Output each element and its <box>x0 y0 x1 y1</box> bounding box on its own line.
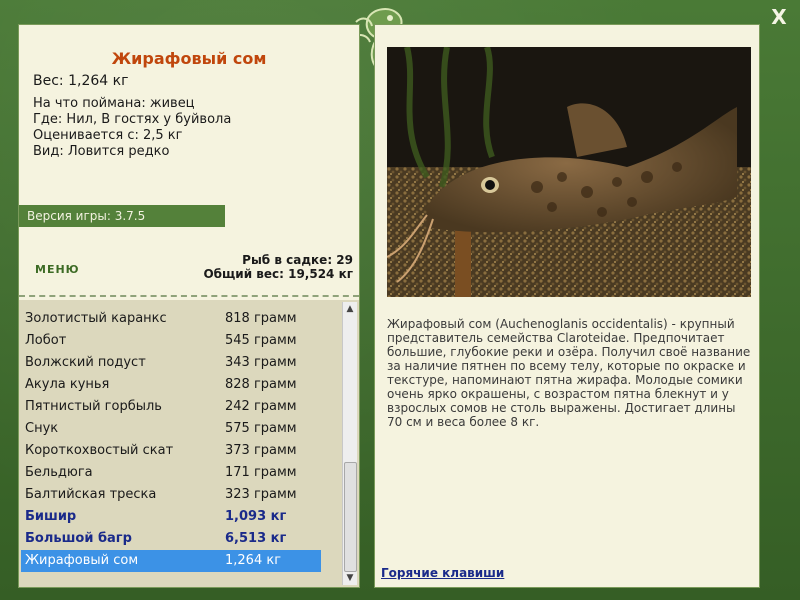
catch-stats: Рыб в садке: 29 Общий вес: 19,524 кг <box>203 253 353 281</box>
catch-item-name: Акула кунья <box>25 377 110 392</box>
catch-list-item[interactable]: Короткохвостый скат 373 грамм <box>21 440 321 462</box>
close-button[interactable]: X <box>768 6 790 28</box>
catch-list[interactable]: Золотистый каранкс 818 грамм Лобот 545 грам… <box>19 300 359 587</box>
catch-item-name: Жирафовый сом <box>25 553 139 568</box>
catch-list-item[interactable]: Золотистый каранкс 818 грамм <box>21 308 321 330</box>
catch-list-item[interactable]: Акула кунья 828 грамм <box>21 374 321 396</box>
catch-item-weight: 171 грамм <box>225 465 297 480</box>
scroll-thumb[interactable] <box>344 462 357 572</box>
fish-info-panel: Жирафовый сом Вес: 1,264 кг На что пойма… <box>18 24 360 588</box>
scroll-down-icon[interactable]: ▼ <box>343 571 357 585</box>
catch-item-name: Балтийская треска <box>25 487 157 502</box>
fish-description: Жирафовый сом (Auchenoglanis occidentali… <box>387 317 751 429</box>
fish-title: Жирафовый сом <box>111 49 267 68</box>
catch-list-item[interactable]: Волжский подуст 343 грамм <box>21 352 321 374</box>
catch-item-weight: 828 грамм <box>225 377 297 392</box>
fish-count: Рыб в садке: 29 <box>242 253 353 267</box>
catch-item-weight: 575 грамм <box>225 421 297 436</box>
catch-item-weight: 343 грамм <box>225 355 297 370</box>
catch-list-item[interactable]: Бельдюга 171 грамм <box>21 462 321 484</box>
catch-item-weight: 323 грамм <box>225 487 297 502</box>
fish-details: На что поймана: живец Где: Нил, В гостях… <box>33 96 231 160</box>
catch-item-name: Короткохвостый скат <box>25 443 174 458</box>
menu-button[interactable]: МЕНЮ <box>35 263 80 276</box>
catch-item-name: Золотистый каранкс <box>25 311 167 326</box>
catch-item-weight: 1,093 кг <box>225 509 287 524</box>
fish-weight: Вес: 1,264 кг <box>33 73 129 89</box>
catch-list-item[interactable]: Бишир 1,093 кг <box>21 506 321 528</box>
fish-bait: На что поймана: живец <box>33 96 195 111</box>
catch-list-item[interactable]: Пятнистый горбыль 242 грамм <box>21 396 321 418</box>
catch-list-scrollbar[interactable]: ▲ ▼ <box>342 302 357 585</box>
fish-valued-from: Оценивается с: 2,5 кг <box>33 128 183 143</box>
giraffe-catfish-image-icon <box>387 47 751 297</box>
catch-item-weight: 373 грамм <box>225 443 297 458</box>
catch-item-weight: 545 грамм <box>225 333 297 348</box>
catch-item-name: Снук <box>25 421 59 436</box>
catch-list-item[interactable]: Балтийская треска 323 грамм <box>21 484 321 506</box>
catch-item-name: Бишир <box>25 509 77 524</box>
hotkeys-link[interactable]: Горячие клавиши <box>381 566 504 580</box>
dashed-divider <box>19 295 359 297</box>
fish-location: Где: Нил, В гостях у буйвола <box>33 112 232 127</box>
total-weight: Общий вес: 19,524 кг <box>203 267 353 281</box>
fish-description-panel: Жирафовый сом (Auchenoglanis occidentali… <box>374 24 760 588</box>
fish-rarity: Вид: Ловится редко <box>33 144 170 159</box>
scroll-up-icon[interactable]: ▲ <box>343 302 357 316</box>
catch-item-weight: 242 грамм <box>225 399 297 414</box>
catch-list-item[interactable]: Большой багр 6,513 кг <box>21 528 321 550</box>
catch-list-item[interactable]: Лобот 545 грамм <box>21 330 321 352</box>
game-version-bar: Версия игры: 3.7.5 <box>19 205 225 227</box>
catch-item-name: Большой багр <box>25 531 132 546</box>
catch-item-name: Бельдюга <box>25 465 93 480</box>
catch-item-weight: 6,513 кг <box>225 531 287 546</box>
catch-item-weight: 1,264 кг <box>225 553 282 568</box>
catch-list-item[interactable]: Снук 575 грамм <box>21 418 321 440</box>
catch-item-name: Пятнистый горбыль <box>25 399 162 414</box>
catch-item-name: Волжский подуст <box>25 355 146 370</box>
fish-photo <box>387 47 751 297</box>
catch-item-name: Лобот <box>25 333 67 348</box>
catch-list-item[interactable]: Жирафовый сом 1,264 кг <box>21 550 321 572</box>
catch-item-weight: 818 грамм <box>225 311 297 326</box>
